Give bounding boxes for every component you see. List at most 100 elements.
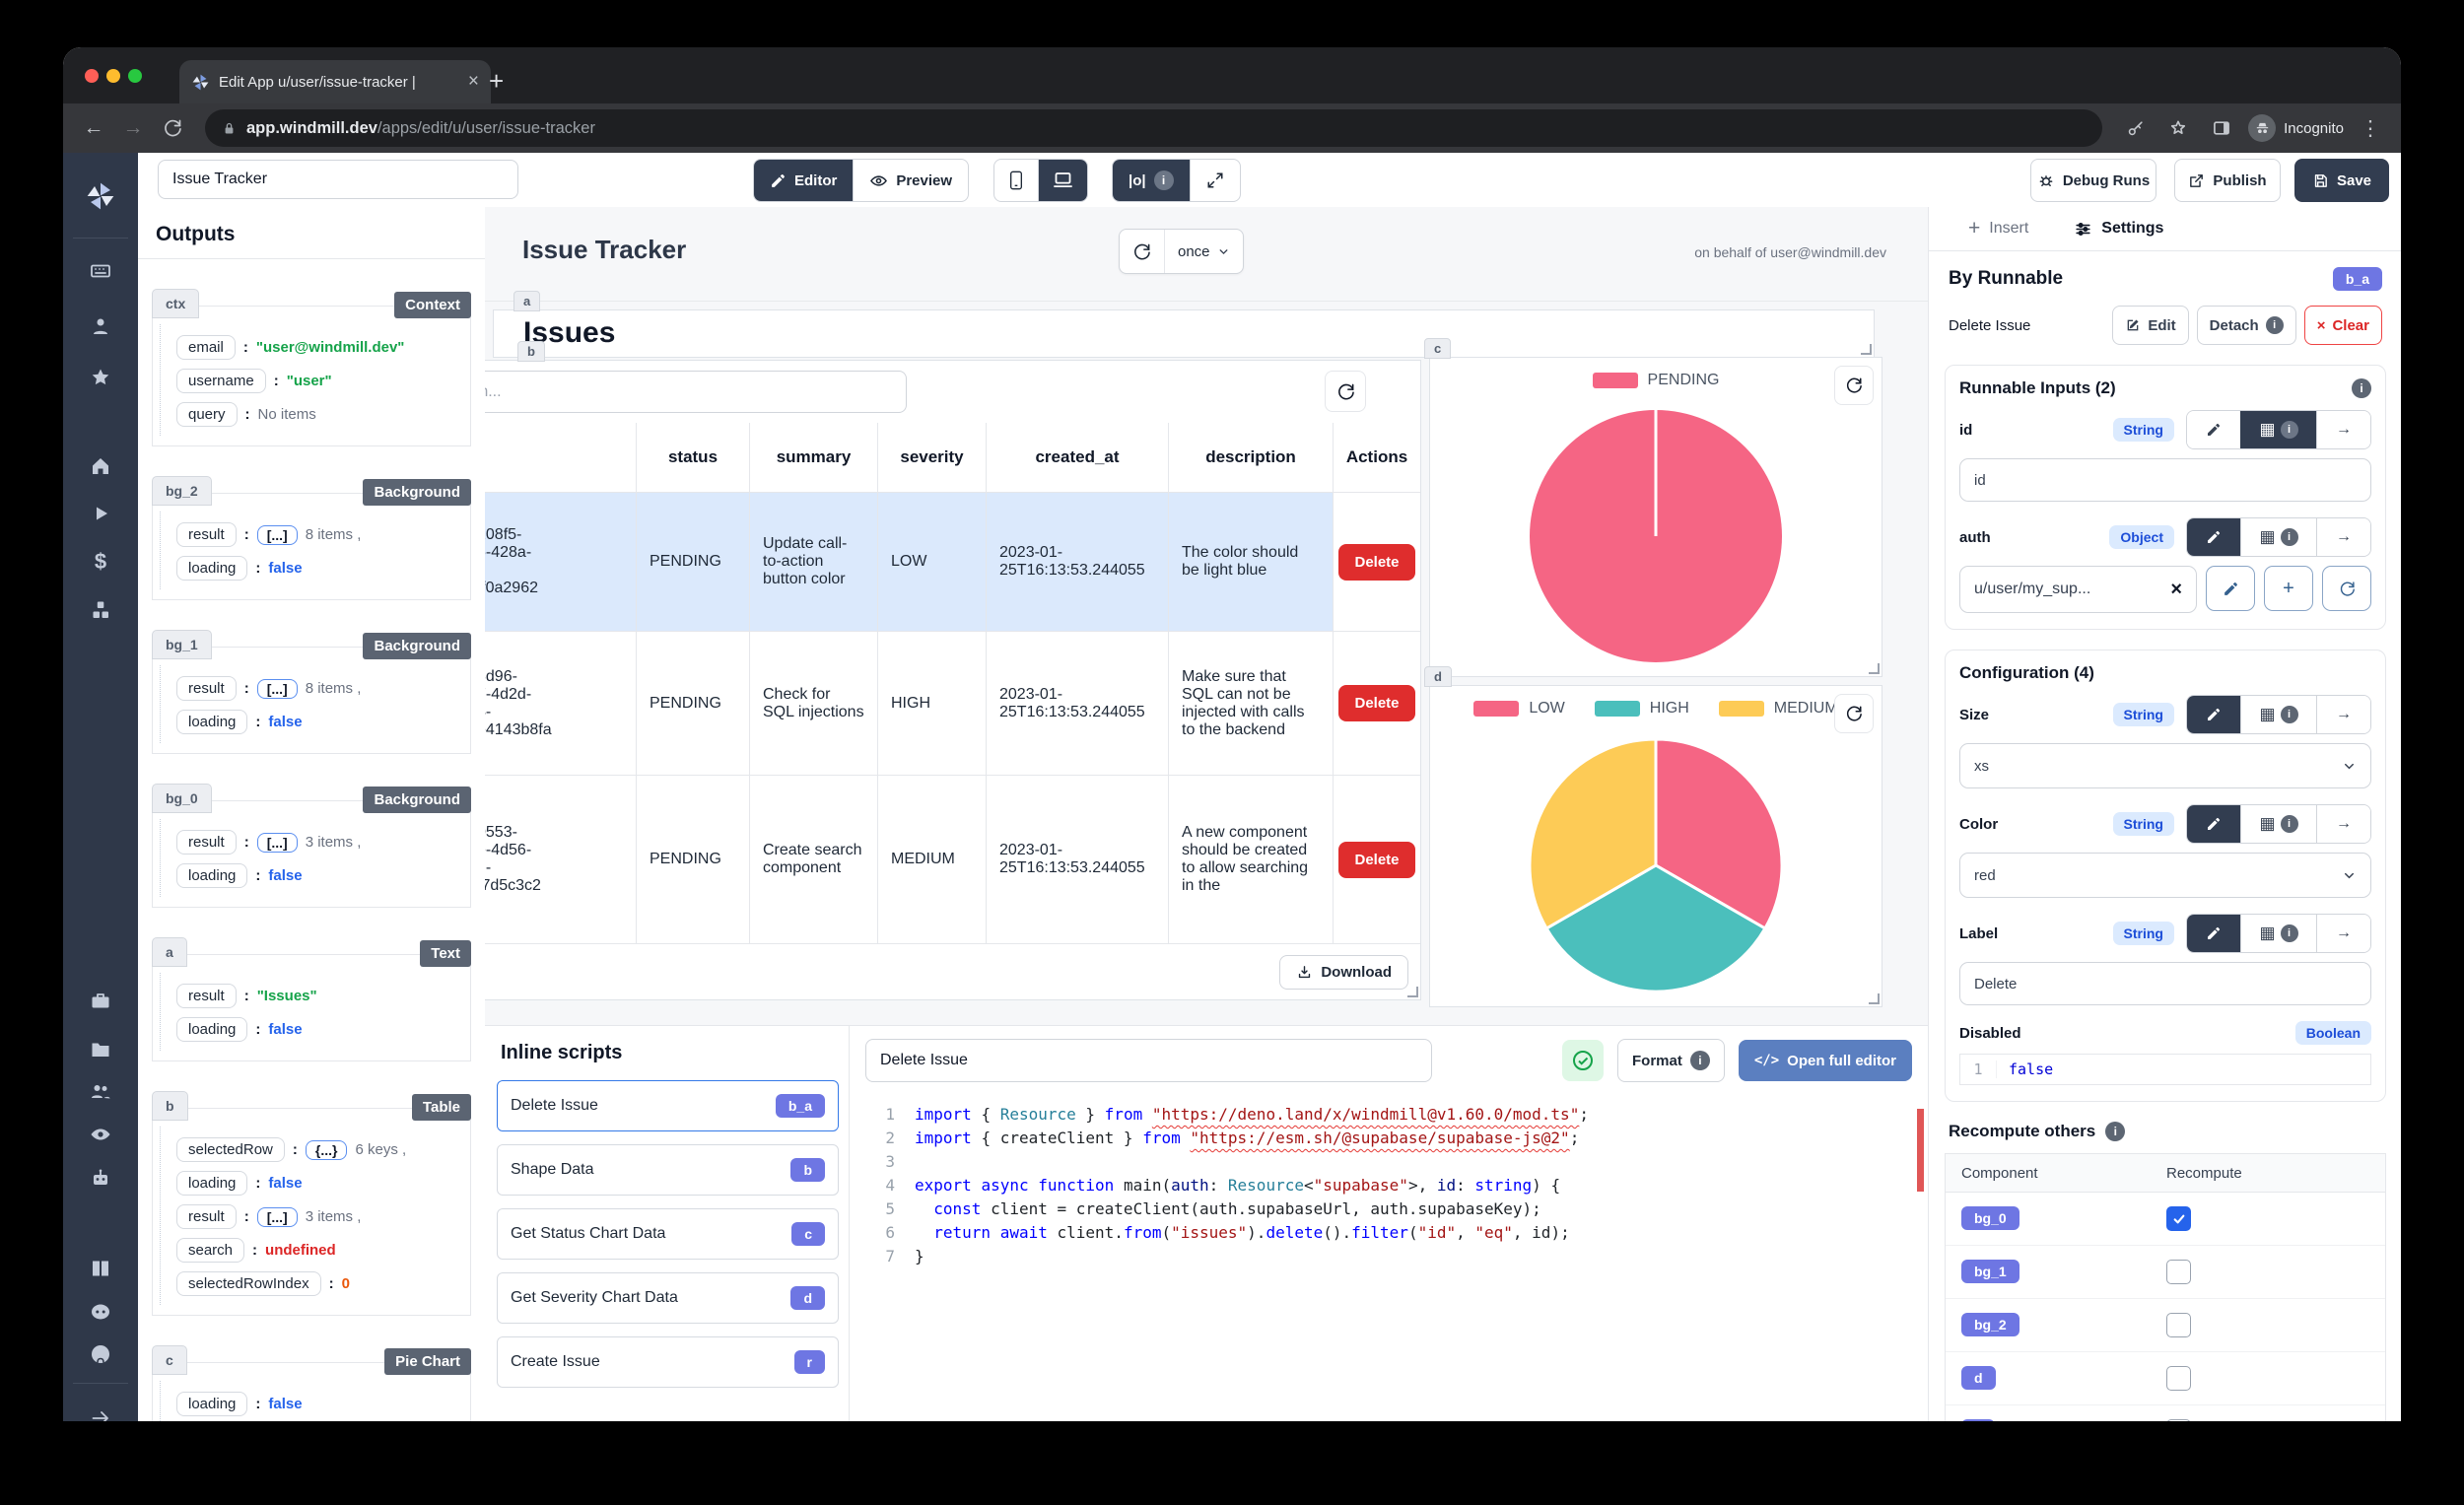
connect-mode-button[interactable]: → bbox=[2316, 518, 2370, 556]
dollar-icon[interactable]: $ bbox=[63, 549, 138, 575]
detach-button[interactable]: Detach i bbox=[2197, 306, 2296, 345]
connect-mode-button[interactable]: → bbox=[2316, 805, 2370, 843]
save-button[interactable]: Save bbox=[2294, 159, 2389, 202]
star-icon[interactable] bbox=[63, 366, 138, 389]
fullscreen-button[interactable] bbox=[1190, 160, 1240, 201]
close-window-button[interactable] bbox=[85, 69, 99, 83]
output-section-id[interactable]: b bbox=[152, 1091, 188, 1121]
robot-icon[interactable] bbox=[63, 1166, 138, 1190]
apps-icon[interactable] bbox=[63, 259, 138, 283]
column-header-Actions[interactable]: Actions bbox=[1334, 423, 1420, 492]
output-section-id[interactable]: ctx bbox=[152, 289, 199, 318]
user-icon[interactable] bbox=[63, 314, 138, 338]
publish-button[interactable]: Publish bbox=[2174, 159, 2281, 202]
desktop-view-button[interactable] bbox=[1038, 160, 1087, 201]
tab-insert[interactable]: +Insert bbox=[1968, 217, 2028, 240]
color-select[interactable]: red bbox=[1959, 853, 2371, 898]
cubes-icon[interactable] bbox=[63, 598, 138, 622]
size-select[interactable]: xs bbox=[1959, 743, 2371, 788]
format-button[interactable]: Format i bbox=[1617, 1039, 1725, 1082]
new-tab-button[interactable]: + bbox=[489, 65, 504, 97]
expand-pill[interactable]: [...] bbox=[257, 833, 298, 853]
incognito-badge[interactable]: Incognito bbox=[2248, 114, 2344, 142]
mobile-view-button[interactable] bbox=[994, 160, 1038, 201]
template-mode-button[interactable]: ▦i bbox=[2240, 915, 2316, 952]
debug-runs-button[interactable]: Debug Runs bbox=[2030, 159, 2156, 202]
component-tag[interactable]: b bbox=[517, 341, 545, 362]
static-mode-button[interactable] bbox=[2187, 915, 2240, 952]
output-key[interactable]: result bbox=[176, 522, 237, 547]
column-header-description[interactable]: description bbox=[1169, 423, 1334, 492]
static-mode-button[interactable] bbox=[2187, 805, 2240, 843]
resource-picker[interactable]: u/user/my_sup... × bbox=[1959, 566, 2197, 613]
table-row[interactable]: 208f5-5-428a--ff0a2962PENDINGUpdate call… bbox=[485, 492, 1420, 631]
edit-resource-button[interactable] bbox=[2206, 566, 2255, 611]
text-component[interactable]: a Issues bbox=[493, 309, 1875, 358]
windmill-logo[interactable] bbox=[63, 180, 138, 212]
users-icon[interactable] bbox=[63, 1079, 138, 1103]
output-key[interactable]: result bbox=[176, 984, 237, 1008]
resize-handle[interactable] bbox=[1407, 987, 1418, 997]
id-input[interactable] bbox=[1959, 458, 2371, 502]
connect-mode-button[interactable]: → bbox=[2316, 915, 2370, 952]
chart-refresh-button[interactable] bbox=[1834, 366, 1874, 405]
output-section-id[interactable]: bg_1 bbox=[152, 630, 212, 659]
template-mode-button[interactable]: ▦i bbox=[2240, 411, 2316, 448]
tab-settings[interactable]: Settings bbox=[2074, 220, 2163, 239]
table-row[interactable]: 0553-e-4d56-d-f7d5c3c2PENDINGCreate sear… bbox=[485, 775, 1420, 943]
browser-menu-icon[interactable]: ⋮ bbox=[2354, 111, 2387, 145]
resize-handle[interactable] bbox=[1861, 344, 1872, 355]
static-mode-button[interactable] bbox=[2187, 696, 2240, 733]
pie-chart-component-c[interactable]: c PENDING bbox=[1429, 357, 1882, 677]
recompute-checkbox[interactable] bbox=[2166, 1260, 2191, 1284]
canvas-refresh-button[interactable] bbox=[1120, 230, 1164, 273]
output-key[interactable]: result bbox=[176, 1204, 237, 1229]
expand-pill[interactable]: {...} bbox=[306, 1140, 348, 1160]
output-key[interactable]: selectedRow bbox=[176, 1137, 285, 1162]
template-mode-button[interactable]: ▦i bbox=[2240, 805, 2316, 843]
eye-icon[interactable] bbox=[63, 1123, 138, 1146]
column-header-status[interactable]: status bbox=[637, 423, 750, 492]
maximize-window-button[interactable] bbox=[128, 69, 142, 83]
inline-script-item[interactable]: Shape Datab bbox=[497, 1144, 839, 1196]
editor-tab[interactable]: Editor bbox=[754, 160, 853, 201]
static-mode-button[interactable] bbox=[2187, 411, 2240, 448]
legend-item[interactable]: MEDIUM bbox=[1719, 700, 1838, 718]
browser-tab[interactable]: Edit App u/user/issue-tracker | × bbox=[179, 60, 491, 103]
output-section-id[interactable]: a bbox=[152, 937, 187, 967]
diff-toggle-button[interactable]: |o| i bbox=[1113, 160, 1190, 201]
toolbox-icon[interactable] bbox=[63, 989, 138, 1012]
output-key[interactable]: result bbox=[176, 676, 237, 701]
output-key[interactable]: loading bbox=[176, 556, 247, 581]
inline-script-item[interactable]: Get Status Chart Datac bbox=[497, 1208, 839, 1260]
tab-close-icon[interactable]: × bbox=[468, 71, 479, 93]
back-icon[interactable]: ← bbox=[77, 111, 110, 145]
refresh-resource-button[interactable] bbox=[2322, 566, 2371, 611]
script-name-input[interactable] bbox=[865, 1039, 1432, 1082]
play-icon[interactable] bbox=[63, 502, 138, 525]
home-icon[interactable] bbox=[63, 454, 138, 478]
bookmark-star-icon[interactable] bbox=[2161, 111, 2195, 145]
component-tag[interactable]: a bbox=[513, 291, 540, 311]
arrow-right-icon[interactable] bbox=[63, 1406, 138, 1421]
output-key[interactable]: loading bbox=[176, 1171, 247, 1196]
delete-button[interactable]: Delete bbox=[1338, 842, 1414, 878]
github-icon[interactable] bbox=[63, 1342, 138, 1366]
book-icon[interactable] bbox=[63, 1257, 138, 1280]
recompute-checkbox[interactable] bbox=[2166, 1313, 2191, 1337]
reload-icon[interactable] bbox=[156, 111, 189, 145]
code-editor[interactable]: 1import { Resource } from "https://deno.… bbox=[850, 1095, 1928, 1421]
recompute-checkbox[interactable] bbox=[2166, 1366, 2191, 1391]
template-mode-button[interactable]: ▦i bbox=[2240, 518, 2316, 556]
output-key[interactable]: result bbox=[176, 830, 237, 855]
inline-script-item[interactable]: Get Severity Chart Datad bbox=[497, 1272, 839, 1324]
legend-item[interactable]: PENDING bbox=[1593, 372, 1720, 389]
output-section-id[interactable]: c bbox=[152, 1345, 187, 1375]
output-key[interactable]: email bbox=[176, 335, 236, 360]
resize-handle[interactable] bbox=[1869, 993, 1880, 1004]
column-header-summary[interactable]: summary bbox=[750, 423, 878, 492]
table-component[interactable]: b statussummaryseveritycreated_atdescrip… bbox=[485, 360, 1421, 1000]
static-mode-button[interactable] bbox=[2187, 518, 2240, 556]
output-key[interactable]: loading bbox=[176, 1392, 247, 1416]
forward-icon[interactable]: → bbox=[116, 111, 150, 145]
